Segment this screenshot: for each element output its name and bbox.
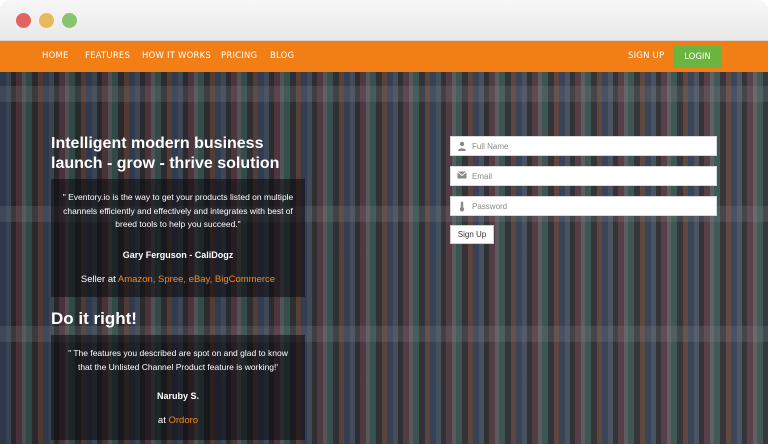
section-title: Do it right! bbox=[51, 309, 137, 328]
headline-line-1: Intelligent modern business bbox=[51, 135, 264, 152]
user-icon bbox=[456, 141, 468, 153]
testimonial-seller: Seller at Amazon, Spree, eBay, BigCommer… bbox=[51, 274, 305, 285]
nav-how-it-works[interactable]: HOW IT WORKS bbox=[142, 51, 211, 61]
sign-up-button[interactable]: Sign Up bbox=[450, 225, 494, 244]
seller-prefix: at bbox=[157, 415, 166, 426]
testimonial-seller: at Ordoro bbox=[51, 415, 305, 426]
email-field bbox=[450, 166, 717, 186]
headline-line-2: launch - grow - thrive solution bbox=[51, 155, 280, 172]
nav-pricing[interactable]: PRICING bbox=[221, 51, 257, 61]
nav-home[interactable]: HOME bbox=[42, 51, 69, 61]
testimonial-author: Gary Ferguson - CaliDogz bbox=[122, 250, 234, 260]
browser-titlebar bbox=[0, 0, 768, 41]
window-close-button[interactable] bbox=[16, 13, 31, 28]
email-input[interactable] bbox=[472, 169, 712, 184]
password-input[interactable] bbox=[472, 199, 712, 214]
full-name-input[interactable] bbox=[472, 139, 712, 154]
envelope-icon bbox=[456, 171, 468, 183]
password-field bbox=[450, 196, 717, 216]
testimonial-card: " The features you described are spot on… bbox=[51, 335, 305, 440]
window-maximize-button[interactable] bbox=[62, 13, 77, 28]
window-minimize-button[interactable] bbox=[39, 13, 54, 28]
hero-section: Intelligent modern business launch - gro… bbox=[0, 72, 768, 444]
seller-channel-links[interactable]: Ordoro bbox=[169, 415, 199, 426]
seller-prefix: Seller at bbox=[80, 274, 116, 285]
testimonial-quote: " The features you described are spot on… bbox=[68, 348, 288, 372]
testimonial-card: " Eventory.io is the way to get your pro… bbox=[51, 179, 305, 297]
seller-channel-links[interactable]: Amazon, Spree, eBay, BigCommerce bbox=[118, 274, 275, 285]
nav-blog[interactable]: BLOG bbox=[270, 51, 294, 61]
thermometer-icon bbox=[456, 201, 468, 213]
nav-sign-up[interactable]: SIGN UP bbox=[628, 51, 664, 61]
testimonial-quote: " Eventory.io is the way to get your pro… bbox=[62, 192, 294, 229]
login-button[interactable]: LOGIN bbox=[673, 46, 722, 68]
full-name-field bbox=[450, 136, 717, 156]
testimonial-author: Naruby S. bbox=[156, 391, 199, 401]
nav-features[interactable]: FEATURES bbox=[85, 51, 130, 61]
top-nav: HOME FEATURES HOW IT WORKS PRICING BLOG … bbox=[0, 41, 768, 72]
hero-headline: Intelligent modern business launch - gro… bbox=[51, 134, 321, 174]
